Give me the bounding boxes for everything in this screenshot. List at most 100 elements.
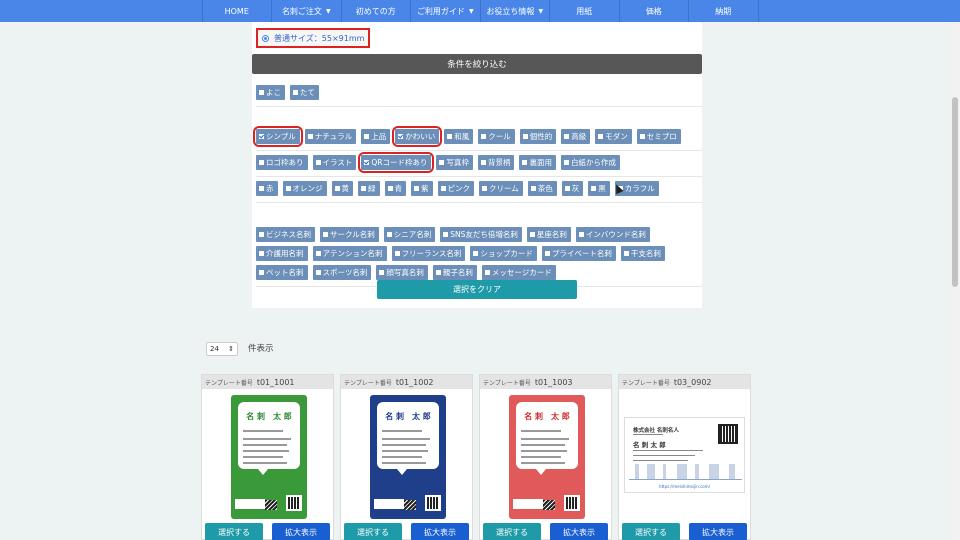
filter-chip[interactable]: 高級 — [561, 129, 591, 144]
filter-chip[interactable]: 黄 — [331, 181, 353, 196]
filter-chip[interactable]: クリーム — [479, 181, 523, 196]
filter-chip[interactable]: ロゴ枠あり — [256, 155, 308, 170]
filter-chip-label: 顔写真名刺 — [386, 268, 424, 277]
refine-conditions-header[interactable]: 条件を絞り込む — [252, 54, 702, 74]
text-line — [521, 462, 565, 464]
filter-chip[interactable]: 青 — [384, 181, 406, 196]
nav-item[interactable]: 初めての方 — [342, 0, 411, 22]
template-preview[interactable]: 名 刺 太 郎 — [370, 395, 446, 519]
checkbox-icon — [285, 186, 291, 191]
filter-chip-label: クリーム — [489, 184, 519, 193]
filter-chip[interactable]: ビジネス名刺 — [256, 227, 315, 242]
filter-chip[interactable]: 背景柄 — [477, 155, 515, 170]
checkbox-icon — [259, 186, 264, 191]
zoom-view-button[interactable]: 拡大表示 — [550, 523, 608, 540]
nav-item[interactable]: 価格 — [620, 0, 689, 22]
filter-chip[interactable]: 親子名刺 — [432, 265, 477, 280]
nav-item[interactable]: HOME — [203, 0, 272, 22]
filter-chip[interactable]: ペット名刺 — [256, 265, 308, 280]
filter-chip-label: 写真枠 — [446, 158, 469, 167]
filter-chip[interactable]: 緑 — [358, 181, 380, 196]
filter-chip[interactable]: クール — [478, 129, 515, 144]
filter-chip-label: QRコード枠あり — [371, 158, 428, 167]
filter-chip[interactable]: かわいい — [395, 129, 440, 144]
nav-item[interactable]: ご利用ガイド ▼ — [411, 0, 481, 22]
template-preview[interactable]: 名 刺 太 郎 — [509, 395, 585, 519]
per-page-label: 件表示 — [248, 344, 274, 354]
nav-item[interactable]: お役立ち情報 ▼ — [481, 0, 550, 22]
filter-chip[interactable]: スポーツ名刺 — [312, 265, 372, 280]
select-template-button[interactable]: 選択する — [483, 523, 541, 540]
zoom-view-button[interactable]: 拡大表示 — [689, 523, 747, 540]
filter-chip[interactable]: イラスト — [312, 155, 357, 170]
nav-item[interactable]: 納期 — [689, 0, 759, 22]
filter-chip[interactable]: 和風 — [444, 129, 474, 144]
filter-chip[interactable]: 裏面用 — [519, 155, 556, 170]
template-preview[interactable]: 株式会社 名刺名人名 刺 太 郎 https://meishimeijin.com… — [624, 417, 745, 493]
filter-chip[interactable]: サークル名刺 — [320, 227, 379, 242]
select-template-button[interactable]: 選択する — [622, 523, 680, 540]
filter-chip[interactable]: ナチュラル — [304, 129, 357, 144]
filter-chip[interactable]: ピンク — [437, 181, 474, 196]
filter-group: よこ たて — [256, 85, 702, 107]
filter-chip-label: セミプロ — [646, 132, 677, 141]
filter-chip[interactable]: 上品 — [361, 129, 391, 144]
filter-chip-label: シニア名刺 — [393, 230, 432, 239]
zoom-view-button[interactable]: 拡大表示 — [272, 523, 330, 540]
nav-item-label: 名刺ご注文 — [281, 6, 322, 16]
filter-chip[interactable]: フリーランス名刺 — [391, 246, 466, 261]
filter-chip[interactable]: SNS友だち倍増名刺 — [440, 227, 522, 242]
filter-chip[interactable]: たて — [290, 85, 319, 100]
filter-chip[interactable]: 顔写真名刺 — [376, 265, 428, 280]
template-number: t01_1001 — [256, 377, 295, 387]
filter-chip[interactable]: オレンジ — [282, 181, 327, 196]
filter-chip[interactable]: よこ — [256, 85, 285, 100]
qr-code-icon — [425, 495, 441, 511]
select-template-button[interactable]: 選択する — [344, 523, 402, 540]
page-scrollbar[interactable] — [950, 22, 960, 540]
filter-chip[interactable]: プライベート名刺 — [541, 246, 616, 261]
checkbox-icon — [544, 251, 550, 256]
checkbox-icon — [598, 134, 604, 139]
size-option-radio[interactable]: 普通サイズ：55×91mm — [256, 28, 371, 48]
filter-chip[interactable]: 干支名刺 — [620, 246, 665, 261]
filter-chip[interactable]: 白紙から作成 — [560, 155, 620, 170]
filter-chip[interactable]: 茶色 — [527, 181, 557, 196]
filter-panel: 普通サイズ：55×91mm 条件を絞り込む よこ たてシンプル ナチュラル 上品 かわい… — [252, 22, 702, 308]
filter-chip[interactable]: 個性的 — [519, 129, 557, 144]
filter-chip-label: 干支名刺 — [630, 249, 661, 258]
filter-chip[interactable]: シンプル — [256, 129, 300, 144]
nav-item[interactable]: 用紙 — [550, 0, 620, 22]
text-line — [382, 450, 428, 452]
filter-chip[interactable]: メッセージカード — [481, 265, 556, 280]
checkbox-icon — [439, 160, 445, 165]
text-line — [243, 438, 291, 440]
text-line — [633, 450, 703, 451]
filter-chip-label: 灰 — [571, 184, 580, 193]
select-template-button[interactable]: 選択する — [205, 523, 263, 540]
radio-selected-icon — [262, 34, 269, 42]
filter-chip[interactable]: インバウンド名刺 — [575, 227, 650, 242]
filter-chip[interactable]: 黒 — [588, 181, 610, 196]
filter-chip[interactable]: 星座名刺 — [526, 227, 571, 242]
filter-chip[interactable]: 紫 — [411, 181, 433, 196]
zoom-view-button[interactable]: 拡大表示 — [411, 523, 469, 540]
filter-chip[interactable]: QRコード枠あり — [361, 155, 432, 170]
per-page-select[interactable]: 24 ⇕ — [206, 342, 238, 356]
checkbox-icon — [307, 134, 313, 139]
checkbox-icon — [315, 160, 321, 165]
filter-chip[interactable]: ショップカード — [470, 246, 537, 261]
filter-chip[interactable]: アテンション名刺 — [312, 246, 387, 261]
filter-chip[interactable]: 写真枠 — [436, 155, 473, 170]
scrollbar-thumb[interactable] — [952, 97, 958, 287]
filter-chip[interactable]: シニア名刺 — [383, 227, 436, 242]
checkbox-icon — [259, 160, 264, 165]
clear-selection-button[interactable]: 選択をクリア — [377, 280, 577, 299]
filter-chip[interactable]: モダン — [595, 129, 632, 144]
filter-chip[interactable]: 介護用名刺 — [256, 246, 308, 261]
filter-chip[interactable]: 灰 — [561, 181, 584, 196]
filter-chip[interactable]: セミプロ — [636, 129, 681, 144]
nav-item[interactable]: 名刺ご注文 ▼ — [272, 0, 342, 22]
filter-chip[interactable]: 赤 — [256, 181, 278, 196]
template-preview[interactable]: 名 刺 太 郎 — [231, 395, 307, 519]
